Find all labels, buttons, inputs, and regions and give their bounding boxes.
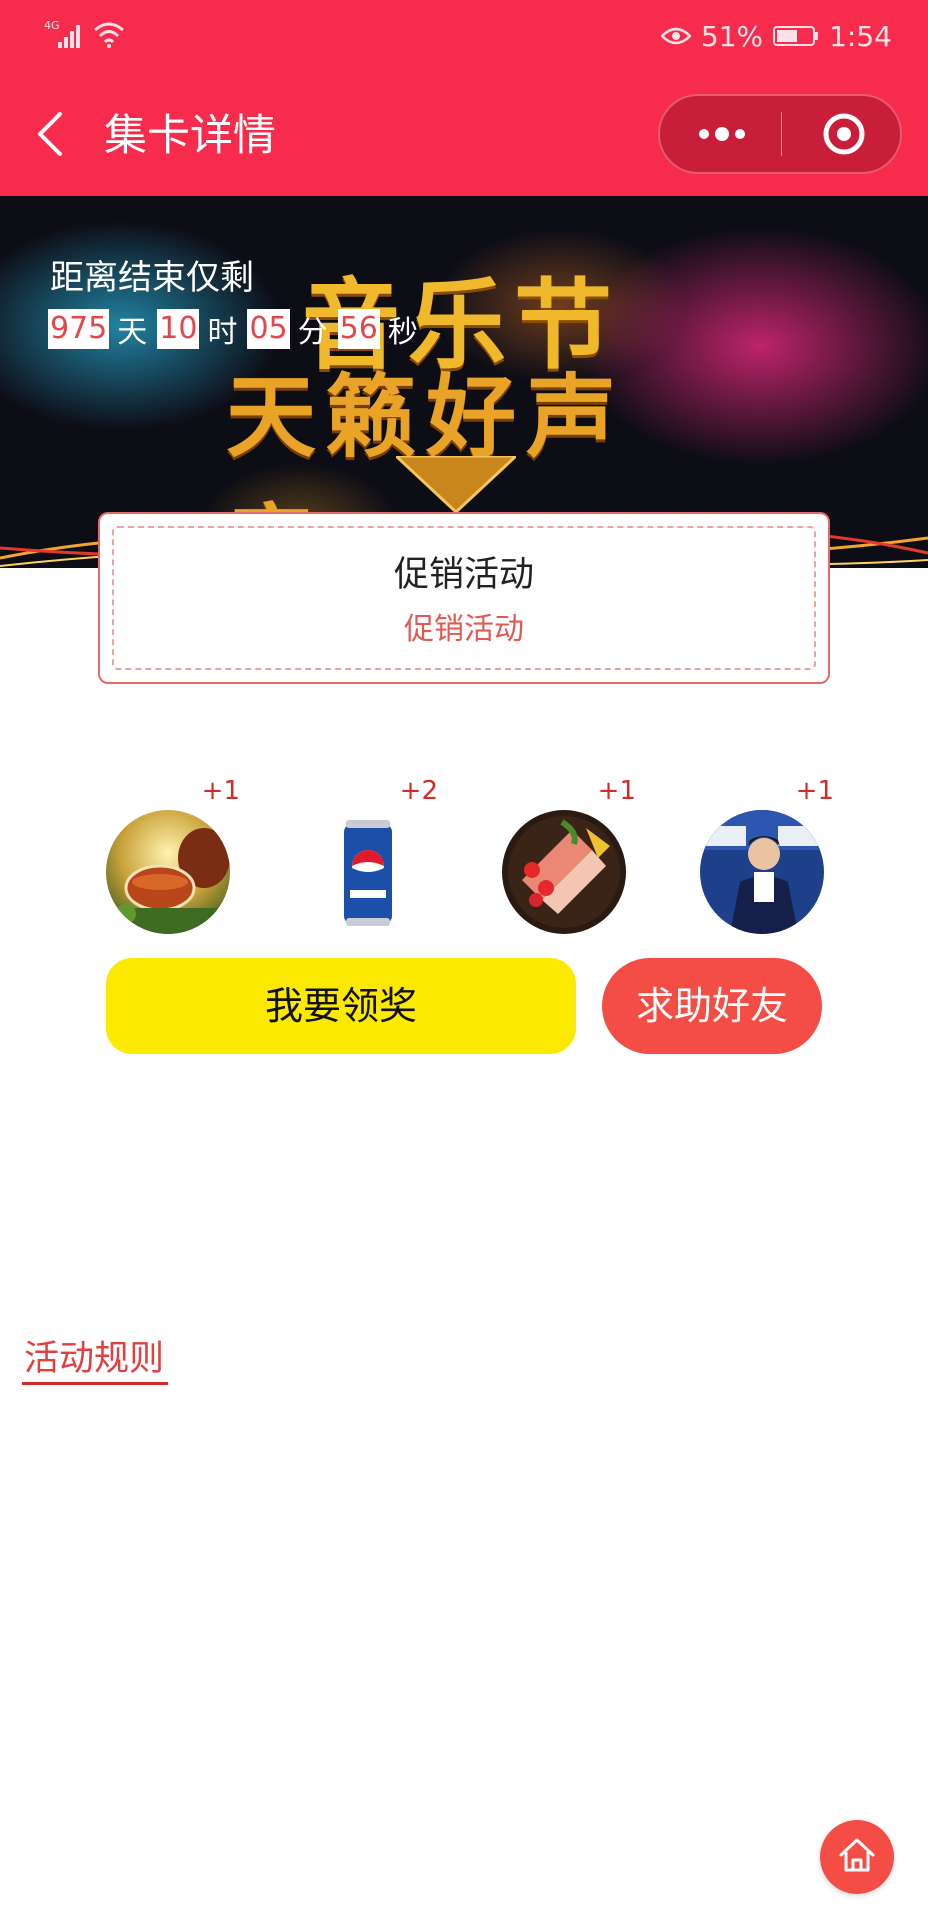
card-count: +1 [201, 776, 240, 806]
card-pepsi[interactable]: +2 [298, 772, 438, 934]
home-button[interactable] [820, 1820, 894, 1894]
card-food[interactable]: +1 [496, 772, 636, 934]
top-bar: 4G 51% 1:54 集卡详情 [0, 0, 928, 196]
battery-icon [773, 26, 819, 46]
card-count: +2 [399, 776, 438, 806]
poster-image [700, 810, 824, 934]
card-count: +1 [597, 776, 636, 806]
back-chevron-icon[interactable] [34, 110, 66, 158]
home-icon [839, 1838, 875, 1872]
countdown-seconds-unit: 秒 [387, 315, 418, 350]
eye-icon [660, 27, 691, 45]
countdown-label: 距离结束仅剩 [50, 258, 254, 298]
tab-activity-rules[interactable]: 活动规则 [24, 1330, 164, 1381]
countdown-minutes: 05 [247, 309, 290, 349]
status-bar: 4G 51% 1:54 [0, 0, 928, 72]
card-tea[interactable]: +1 [100, 772, 240, 934]
mini-program-capsule [658, 94, 902, 174]
close-target-icon[interactable] [822, 112, 866, 156]
countdown-hours-unit: 时 [207, 315, 238, 350]
countdown-seconds: 56 [337, 309, 380, 349]
page-title: 集卡详情 [104, 111, 276, 161]
countdown-days-unit: 天 [117, 315, 148, 350]
ask-friend-button[interactable]: 求助好友 [602, 958, 822, 1054]
clock: 1:54 [829, 19, 892, 53]
promo-title: 促销活动 [393, 555, 534, 595]
countdown-hours: 10 [157, 309, 200, 349]
claim-prize-button[interactable]: 我要领奖 [106, 958, 576, 1054]
card-poster[interactable]: +1 [694, 772, 834, 934]
food-platter-image [502, 810, 626, 934]
capsule-divider [781, 112, 782, 156]
triangle-ornament-icon [396, 456, 516, 515]
banner-title-art: 音乐节 天籁好声音 [226, 246, 706, 568]
more-dots-icon[interactable] [696, 122, 748, 146]
promo-card: 促销活动 促销活动 [98, 512, 830, 684]
wifi-icon [94, 22, 124, 48]
countdown-minutes-unit: 分 [297, 315, 328, 350]
countdown-days: 975 [48, 309, 110, 349]
tab-underline [22, 1382, 168, 1385]
battery-percent: 51% [700, 19, 764, 53]
pepsi-can-image [304, 810, 428, 934]
network-label: 4G [44, 19, 60, 32]
card-count: +1 [795, 776, 834, 806]
status-right: 51% 1:54 [660, 18, 892, 54]
countdown-timer: 975 天 10 时 05 分 56 秒 [48, 308, 428, 350]
signal-icon: 4G [44, 19, 80, 48]
tea-image [106, 810, 230, 934]
promo-subtitle: 促销活动 [404, 612, 524, 647]
